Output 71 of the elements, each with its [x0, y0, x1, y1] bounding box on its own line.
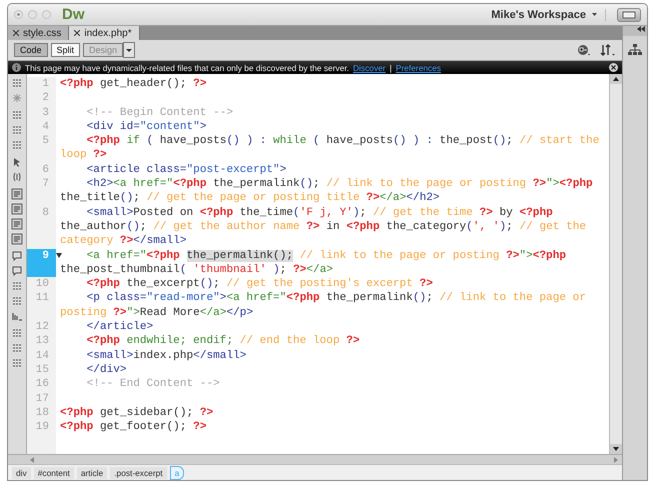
line-number: 3: [42, 106, 50, 120]
code-line: <?php the_excerpt(); // get the posting's excerpt ?>: [86, 277, 433, 292]
code-line: <h2><a href="<?php the_permalink(); // link to the page or posting ?>"><?php: [86, 177, 593, 192]
close-icon[interactable]: [609, 63, 618, 72]
fold-triangle-icon[interactable]: [56, 252, 62, 258]
list-icon[interactable]: [11, 188, 23, 200]
code-line: <?php endwhile; endif; // end the loop ?>: [86, 334, 360, 349]
close-icon[interactable]: [13, 30, 19, 36]
workspace-menu[interactable]: Mike's Workspace: [483, 8, 606, 20]
line-number: 8: [42, 206, 50, 220]
line-number: 9: [42, 248, 50, 263]
line-number: 11: [36, 291, 50, 306]
code-line: <small>index.php</small>: [86, 348, 246, 363]
line-number: 16: [36, 377, 50, 392]
code-line: <?php get_sidebar(); ?>: [59, 406, 214, 420]
code-line: the_post_thumbnail( 'thumbnail' ); ?></a>: [59, 262, 334, 278]
line-number: 17: [36, 392, 50, 406]
code-line: the_title(); // get the page or posting title ?></a></h2>: [59, 191, 441, 206]
code-line: category ?></small>: [59, 234, 188, 249]
line-number: 6: [42, 162, 50, 178]
code-line: <!-- End Content -->: [86, 377, 220, 392]
line-number: 7: [42, 177, 50, 192]
scroll-up-icon[interactable]: [613, 77, 619, 81]
code-line: <article class="post-excerpt">: [86, 162, 286, 178]
preferences-link[interactable]: Preferences: [396, 62, 441, 72]
info-message: This page may have dynamically-related files that can only be discovered by the server.: [25, 62, 349, 72]
code-line: posting ?>">Read More</a></p>: [59, 306, 254, 320]
tag-selector-item[interactable]: div: [12, 466, 31, 478]
line-number: 14: [36, 348, 50, 363]
screen-layout-icon[interactable]: [617, 8, 641, 22]
code-line: <?php if ( have_posts() ) : while ( have_posts() ) : the_post(); // start the: [86, 134, 600, 148]
line-number: 12: [36, 320, 50, 334]
line-number: 1: [42, 77, 50, 92]
code-line: <?php get_header(); ?>: [59, 77, 206, 92]
code-line: <a href="<?php the_permalink(); // link to the page or posting ?>"><?php: [86, 248, 566, 263]
sitemap-icon[interactable]: [628, 44, 642, 56]
scroll-down-icon[interactable]: [613, 447, 619, 451]
line-number: 2: [42, 91, 50, 106]
chart-icon[interactable]: [11, 310, 23, 322]
code-line: <!-- Begin Content -->: [86, 106, 234, 120]
code-line: </article>: [86, 320, 154, 334]
line-number: 15: [36, 362, 50, 378]
code-line: loop ?>: [59, 148, 108, 163]
tag-selector-item[interactable]: #content: [34, 466, 74, 478]
file-tab[interactable]: style.css: [8, 26, 70, 40]
close-icon[interactable]: [74, 30, 80, 36]
line-number: 10: [36, 277, 50, 292]
code-line: <small>Posted on <?php the_time('F j, Y'); // get the time ?> by <?php: [86, 206, 554, 220]
link-separator: |: [390, 62, 392, 72]
view-button[interactable]: Split: [50, 43, 80, 57]
comment-icon[interactable]: [11, 250, 23, 262]
line-number: 5: [42, 134, 50, 148]
app-logo: Dw: [62, 6, 84, 23]
discover-link[interactable]: Discover: [353, 62, 386, 72]
sort-arrows-icon[interactable]: [600, 44, 616, 56]
line-number: 4: [42, 120, 50, 134]
code-line: <div id="content">: [86, 120, 206, 134]
caret-icon: [592, 13, 597, 16]
line-number: 13: [36, 334, 50, 349]
line-number: 18: [36, 406, 50, 420]
view-button[interactable]: Code: [14, 43, 48, 57]
code-line: </div>: [86, 362, 127, 378]
tag-selector-item[interactable]: .post-excerpt: [110, 466, 167, 478]
line-number: 19: [36, 420, 50, 434]
code-line: <?php get_footer(); ?>: [59, 420, 206, 434]
code-line: the_author(); // get the author name ?> in <?php the_category(', '); // get the: [59, 220, 586, 234]
brackets-icon[interactable]: [11, 171, 23, 183]
tag-selector-item[interactable]: article: [76, 466, 108, 478]
code-line: <p class="read-more"><a href="<?php the_permalink(); // link to the page or: [86, 291, 586, 306]
file-tab[interactable]: index.php*: [69, 26, 140, 40]
info-icon: [12, 63, 21, 72]
